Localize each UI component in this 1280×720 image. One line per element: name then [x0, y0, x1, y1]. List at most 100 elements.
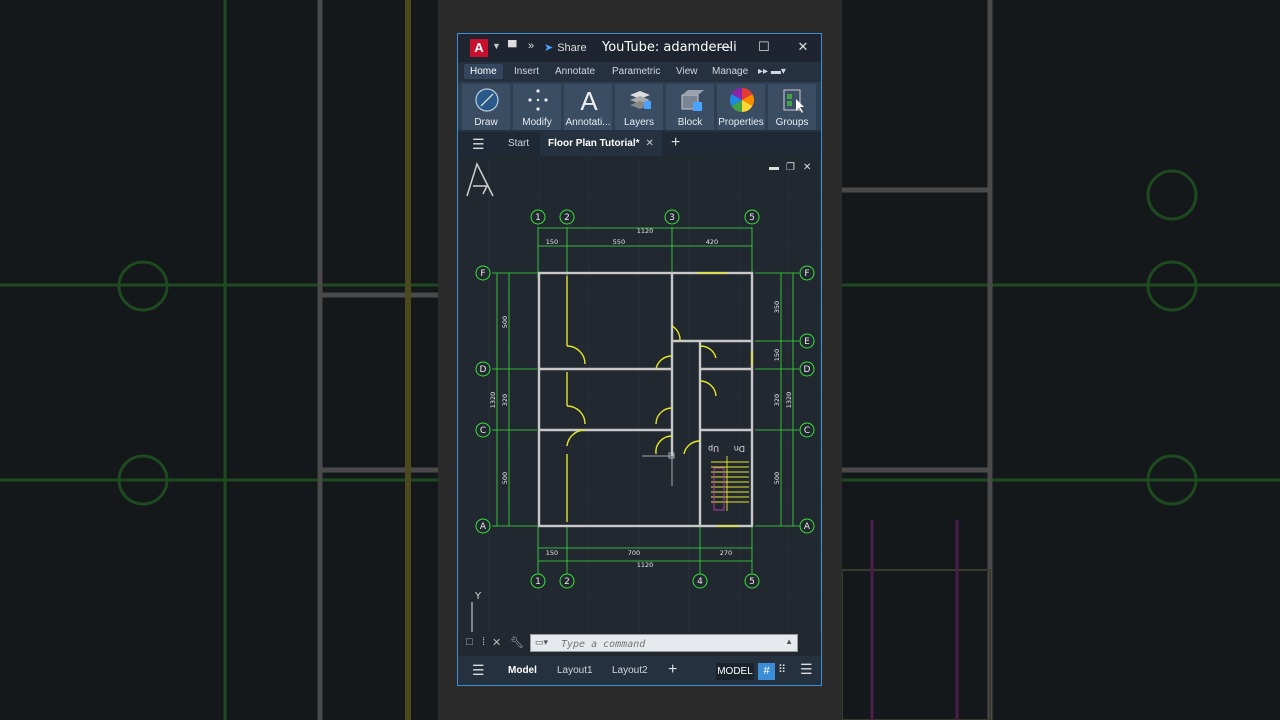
svg-text:A: A	[580, 87, 598, 113]
dim-left-total: 1320	[489, 392, 497, 409]
close-command-icon[interactable]: ✕	[492, 636, 501, 649]
walls	[537, 271, 754, 528]
dim-right-seg-2: 150	[773, 349, 781, 361]
minimize-button[interactable]: —	[716, 38, 734, 56]
ribbon-tab-parametric[interactable]: Parametric	[612, 66, 660, 77]
ucs-origin-icon: □	[466, 636, 473, 648]
ribbon-tab-view[interactable]: View	[676, 66, 698, 77]
grid-label-right-e: E	[804, 337, 810, 347]
grid-label-bottom-5: 5	[749, 577, 755, 587]
maximize-button[interactable]: ☐	[755, 38, 773, 56]
dim-bottom-seg-2: 700	[628, 549, 640, 557]
background-drawing-left	[0, 0, 438, 720]
add-layout-button[interactable]: +	[668, 661, 677, 679]
dim-bottom-seg-1: 150	[546, 549, 558, 557]
command-input-box[interactable]: ▭▾ ▲	[530, 634, 798, 653]
grid-label-right-a: A	[804, 522, 811, 532]
save-icon[interactable]: ▀	[508, 40, 517, 54]
groups-button[interactable]: Groups	[768, 84, 816, 130]
new-tab-button[interactable]: +	[671, 134, 680, 152]
dim-bottom-total: 1120	[637, 561, 654, 569]
title-bar: A ▼ ▀ » ➤ Share YouTube: adamdereli — ☐ ✕	[458, 34, 821, 62]
stair-up-label: Up	[708, 444, 719, 453]
drawing-canvas[interactable]: ▬ ❐ ✕ Up Dn 1120 150 550 420 150 700 270…	[459, 156, 820, 656]
background-left-panel	[0, 0, 438, 720]
viewport-restore-icon[interactable]: ❐	[786, 162, 795, 173]
grid-label-left-f: F	[480, 269, 485, 279]
ribbon-tab-annotate[interactable]: Annotate	[555, 66, 595, 77]
modify-label: Modify	[522, 117, 552, 128]
tab-floor-plan-label: Floor Plan Tutorial*	[548, 138, 640, 149]
tab-start[interactable]: Start	[508, 138, 529, 149]
draw-icon	[475, 88, 499, 112]
share-button[interactable]: ➤ Share	[544, 41, 587, 54]
ribbon-tab-home[interactable]: Home	[464, 64, 503, 79]
grid-label-left-d: D	[480, 365, 487, 375]
staircase: Up Dn	[708, 444, 749, 511]
annotation-button[interactable]: A Annotati...	[564, 84, 612, 130]
layout-menu-icon[interactable]: ☰	[472, 662, 485, 679]
background-right-panel	[842, 0, 1280, 720]
grid-label-bottom-4: 4	[697, 577, 703, 587]
dim-left-seg-1: 500	[501, 316, 509, 328]
annotation-label: Annotati...	[565, 117, 611, 128]
color-wheel-icon	[729, 88, 755, 112]
viewport-minimize-icon[interactable]: ▬	[769, 162, 779, 173]
tab-model[interactable]: Model	[508, 665, 537, 676]
ucs-y-label: Y	[474, 591, 482, 602]
grip-handle-icon[interactable]: ⁞	[482, 636, 485, 648]
groups-label: Groups	[775, 117, 809, 128]
dim-top-seg-1: 150	[546, 238, 558, 246]
command-history-icon[interactable]: ▭▾	[535, 637, 548, 648]
more-tools-icon[interactable]: »	[528, 40, 534, 52]
chevron-up-icon[interactable]: ▲	[785, 637, 793, 646]
snap-grid-icon[interactable]: ⠿	[778, 663, 786, 676]
floor-plan-drawing[interactable]: Up Dn 1120 150 550 420 150 700 270 1120 …	[459, 156, 820, 634]
cursor-crosshair	[642, 452, 675, 486]
block-label: Block	[677, 117, 703, 128]
dim-right-total: 1320	[785, 392, 793, 409]
hamburger-menu-icon[interactable]: ☰	[472, 136, 485, 153]
customize-wrench-icon[interactable]: 🔧︎	[510, 636, 524, 649]
viewport-close-icon[interactable]: ✕	[803, 162, 811, 173]
grid-toggle-icon[interactable]: #	[758, 663, 775, 680]
tab-floor-plan[interactable]: Floor Plan Tutorial* ✕	[540, 132, 662, 156]
file-tabs: ☰ Start Floor Plan Tutorial* ✕ +	[458, 132, 821, 156]
command-input[interactable]	[559, 635, 763, 653]
status-bar: ☰ Model Layout1 Layout2 + MODEL # ⠿ ☰	[458, 658, 821, 685]
grid-label-top-1: 1	[535, 213, 541, 223]
tab-layout2[interactable]: Layout2	[612, 665, 648, 676]
model-space-toggle[interactable]: MODEL	[716, 663, 754, 680]
ribbon-tab-manage[interactable]: Manage	[712, 66, 748, 77]
share-label: Share	[557, 42, 587, 54]
status-customize-icon[interactable]: ☰	[800, 661, 813, 678]
stair-down-label: Dn	[734, 444, 745, 453]
background-drawing-right	[842, 0, 1280, 720]
dim-right-seg-4: 500	[773, 472, 781, 484]
command-line: □ ⁞ ✕ 🔧︎ ▭▾ ▲	[458, 632, 821, 656]
dim-top-total: 1120	[637, 227, 654, 235]
close-tab-icon[interactable]: ✕	[645, 138, 653, 149]
grid-label-right-c: C	[804, 426, 810, 436]
more-tabs-icon[interactable]: ▸▸ ▬▾	[758, 66, 786, 77]
grid-label-bottom-1: 1	[535, 577, 541, 587]
layers-icon	[630, 91, 651, 109]
chevron-down-icon[interactable]: ▼	[492, 41, 501, 51]
tab-layout1[interactable]: Layout1	[557, 665, 593, 676]
grid-label-left-c: C	[480, 426, 486, 436]
dim-left-seg-2: 320	[501, 394, 509, 406]
block-button[interactable]: Block	[666, 84, 714, 130]
draw-button[interactable]: Draw	[462, 84, 510, 130]
grid-label-top-2: 2	[564, 213, 570, 223]
close-window-button[interactable]: ✕	[794, 38, 812, 56]
dim-top-seg-3: 420	[706, 238, 718, 246]
modify-button[interactable]: Modify	[513, 84, 561, 130]
grid-label-left-a: A	[480, 522, 487, 532]
groups-icon	[783, 89, 804, 113]
autocad-app-icon[interactable]: A	[470, 39, 488, 57]
ribbon-tab-insert[interactable]: Insert	[514, 66, 539, 77]
dim-left-seg-3: 500	[501, 472, 509, 484]
grid-label-top-5: 5	[749, 213, 755, 223]
properties-button[interactable]: Properties	[717, 84, 765, 130]
layers-button[interactable]: Layers	[615, 84, 663, 130]
